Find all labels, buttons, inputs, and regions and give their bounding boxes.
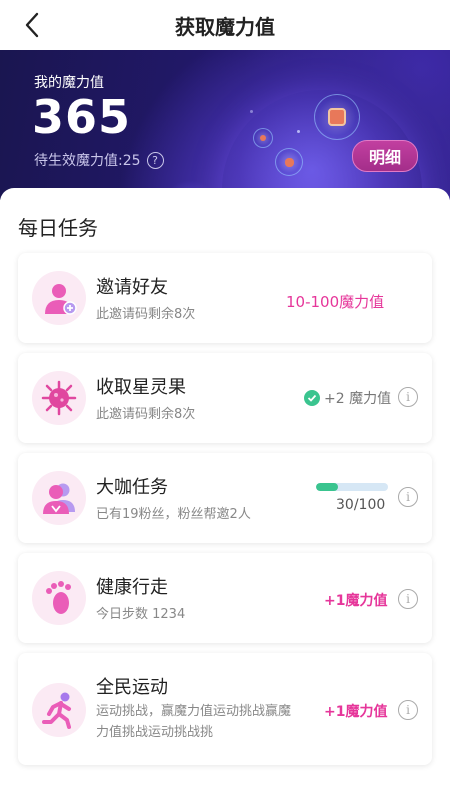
task-title: 收取星灵果: [96, 377, 186, 398]
magic-points-value: 365: [32, 90, 132, 144]
section-title: 每日任务: [18, 216, 98, 240]
task-reward: +1魔力值: [324, 593, 388, 609]
task-reward: +2 魔力值: [304, 388, 391, 408]
task-title: 健康行走: [96, 577, 168, 598]
vip-task-icon: [32, 471, 86, 525]
task-progress-text: 30/100: [336, 497, 386, 513]
task-subtitle: 运动挑战，赢魔力值运动挑战赢魔力值挑战运动挑战挑: [96, 704, 292, 740]
chevron-left-icon: [25, 12, 39, 38]
task-panel: 每日任务 邀请好友 此邀请码剩余8次 10-100魔力值 收取星灵果 此邀请码剩…: [0, 188, 450, 800]
pending-points: 待生效魔力值:25 ?: [34, 150, 164, 170]
star-decoration: [250, 110, 253, 113]
task-subtitle: 此邀请码剩余8次: [96, 307, 196, 322]
footprint-icon: [32, 571, 86, 625]
task-card-invite[interactable]: 邀请好友 此邀请码剩余8次 10-100魔力值: [18, 253, 432, 343]
star-fruit-icon: [32, 371, 86, 425]
task-card-walk[interactable]: 健康行走 今日步数 1234 +1魔力值 i: [18, 553, 432, 643]
check-icon: [304, 390, 320, 406]
back-button[interactable]: [14, 10, 50, 40]
orb-decoration: [253, 128, 273, 148]
task-reward: +1魔力值: [324, 704, 388, 720]
task-title: 大咖任务: [96, 477, 168, 498]
task-progress-bar: [316, 483, 388, 491]
question-icon[interactable]: ?: [146, 151, 164, 169]
invite-friend-icon: [32, 271, 86, 325]
task-card-vip[interactable]: 大咖任务 已有19粉丝，粉丝帮邀2人 30/100 i: [18, 453, 432, 543]
task-subtitle: 已有19粉丝，粉丝帮邀2人: [96, 507, 251, 522]
info-icon[interactable]: i: [398, 387, 418, 407]
magic-points-label: 我的魔力值: [34, 75, 104, 91]
page-title: 获取魔力值: [175, 14, 275, 39]
task-reward-text: +2 魔力值: [324, 391, 392, 407]
info-icon[interactable]: i: [398, 700, 418, 720]
task-title: 全民运动: [96, 677, 168, 698]
pending-points-text: 待生效魔力值:25: [34, 153, 141, 169]
magic-points-banner: 我的魔力值 365 待生效魔力值:25 ? 明细: [0, 50, 450, 200]
task-subtitle: 今日步数 1234: [96, 607, 186, 622]
info-icon[interactable]: i: [398, 589, 418, 609]
task-subtitle: 此邀请码剩余8次: [96, 407, 196, 422]
task-reward: 10-100魔力值: [286, 293, 385, 311]
info-icon[interactable]: i: [398, 487, 418, 507]
star-decoration: [297, 130, 300, 133]
orb-decoration: [275, 148, 303, 176]
navigation-bar: 获取魔力值: [0, 0, 450, 50]
task-card-sport[interactable]: 全民运动 运动挑战，赢魔力值运动挑战赢魔力值挑战运动挑战挑 +1魔力值 i: [18, 653, 432, 765]
task-card-star-fruit[interactable]: 收取星灵果 此邀请码剩余8次 +2 魔力值 i: [18, 353, 432, 443]
running-icon: [32, 683, 86, 737]
task-progress-fill: [316, 483, 338, 491]
detail-button[interactable]: 明细: [352, 140, 418, 172]
task-title: 邀请好友: [96, 277, 168, 298]
orb-decoration: [314, 94, 360, 140]
